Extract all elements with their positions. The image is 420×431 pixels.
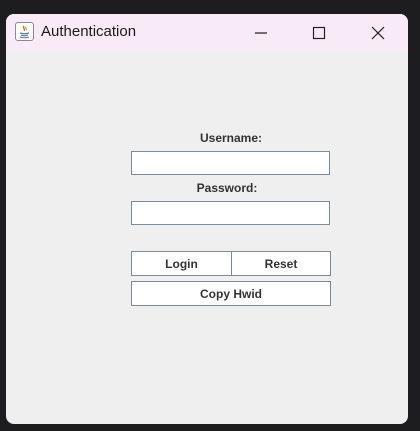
- minimize-button[interactable]: [232, 14, 290, 51]
- close-icon: [371, 26, 385, 39]
- username-input[interactable]: [131, 151, 330, 175]
- java-icon: [15, 22, 34, 41]
- window-title: Authentication: [41, 23, 137, 40]
- maximize-icon: [312, 26, 326, 39]
- maximize-button[interactable]: [290, 14, 348, 51]
- copy-hwid-button[interactable]: Copy Hwid: [131, 281, 331, 306]
- username-label: Username:: [199, 131, 263, 145]
- minimize-icon: [255, 31, 267, 34]
- authentication-window: Authentication Username: Password: Login…: [6, 14, 408, 424]
- close-button[interactable]: [349, 14, 407, 51]
- password-input[interactable]: [131, 201, 330, 225]
- password-label: Password:: [196, 181, 258, 195]
- login-button[interactable]: Login: [131, 251, 232, 276]
- reset-button[interactable]: Reset: [231, 251, 331, 276]
- title-bar[interactable]: Authentication: [6, 14, 408, 51]
